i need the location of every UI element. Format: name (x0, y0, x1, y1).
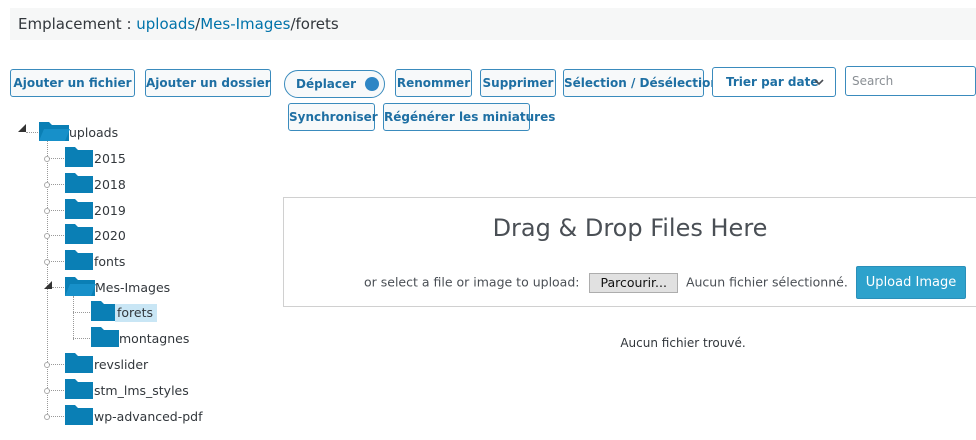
tree-label: fonts (94, 254, 126, 269)
regenerate-thumbnails-button[interactable]: Régénérer les miniatures (383, 103, 555, 131)
tree-node-montagnes[interactable]: montagnes (70, 326, 190, 350)
delete-button[interactable]: Supprimer (480, 69, 556, 97)
tree-label: 2018 (94, 177, 126, 192)
tree-node-2020[interactable]: 2020 (44, 223, 144, 247)
folder-icon (65, 147, 93, 167)
tree-node-revslider[interactable]: revslider (44, 352, 164, 376)
browse-button[interactable]: Parcourir... (589, 273, 678, 293)
tree-label: Mes-Images (95, 280, 171, 295)
tree-label: 2020 (94, 228, 126, 243)
tree-node-fonts[interactable]: fonts (44, 249, 144, 273)
folder-open-icon (39, 122, 70, 141)
expanded-triangle-icon[interactable] (44, 281, 52, 289)
folder-icon (65, 173, 93, 193)
tree-label: 2015 (94, 151, 126, 166)
tree-node-stm-lms-styles[interactable]: stm_lms_styles (44, 378, 194, 402)
folder-icon (65, 353, 93, 373)
tree-node-wp-advanced-pdf[interactable]: wp-advanced-pdf (44, 404, 214, 428)
folder-icon (65, 379, 93, 399)
search-input[interactable]: Search (845, 66, 976, 96)
move-label: Déplacer (296, 77, 357, 91)
breadcrumb-link-mes-images[interactable]: Mes-Images (200, 15, 290, 33)
folder-open-icon (65, 277, 96, 296)
tree-label: revslider (94, 357, 149, 372)
toggle-knob-icon (365, 77, 379, 91)
add-folder-button[interactable]: Ajouter un dossier (145, 69, 271, 97)
tree-label: 2019 (94, 203, 126, 218)
sort-select[interactable]: Trier par date (712, 67, 836, 97)
sort-label: Trier par date (726, 75, 819, 89)
drop-zone-title: Drag & Drop Files Here (492, 214, 768, 242)
tree-node-2018[interactable]: 2018 (44, 172, 144, 196)
select-toggle-button[interactable]: Sélection / Désélection (563, 69, 719, 97)
upload-image-button[interactable]: Upload Image (856, 266, 966, 299)
sync-button[interactable]: Synchroniser (288, 103, 378, 131)
no-file-selected-text: Aucun fichier sélectionné. (685, 274, 848, 290)
folder-icon (91, 327, 119, 347)
tree-label: montagnes (119, 331, 190, 346)
tree-label: uploads (69, 125, 119, 140)
breadcrumb-prefix: Emplacement : (18, 15, 137, 33)
tree-node-mes-images[interactable]: Mes-Images (44, 275, 184, 299)
expanded-triangle-icon[interactable] (18, 124, 26, 132)
folder-icon (65, 224, 93, 244)
folder-icon (65, 199, 93, 219)
drop-zone[interactable]: Drag & Drop Files Here or select a file … (283, 197, 976, 307)
folder-icon (65, 250, 93, 270)
upload-prompt: or select a file or image to upload: (364, 274, 580, 290)
breadcrumb-current: forets (295, 15, 339, 33)
tree-node-2019[interactable]: 2019 (44, 198, 144, 222)
tree-label: forets (115, 304, 158, 322)
breadcrumb: Emplacement : uploads/Mes-Images/forets (18, 15, 339, 33)
breadcrumb-link-uploads[interactable]: uploads (136, 15, 195, 33)
tree-node-uploads[interactable]: uploads (18, 120, 138, 144)
add-file-button[interactable]: Ajouter un fichier (10, 69, 135, 97)
upload-row: or select a file or image to upload: Par… (364, 273, 848, 293)
tree-label: wp-advanced-pdf (94, 409, 203, 424)
chevron-down-icon (814, 79, 824, 86)
folder-icon (65, 405, 93, 425)
empty-state-message: Aucun fichier trouvé. (620, 336, 746, 350)
tree-node-forets[interactable]: forets (70, 300, 170, 324)
tree-node-2015[interactable]: 2015 (44, 146, 144, 170)
rename-button[interactable]: Renommer (395, 69, 472, 97)
move-toggle-button[interactable]: Déplacer (284, 70, 385, 98)
location-bar: Emplacement : uploads/Mes-Images/forets (10, 8, 976, 40)
tree-label: stm_lms_styles (94, 383, 189, 398)
